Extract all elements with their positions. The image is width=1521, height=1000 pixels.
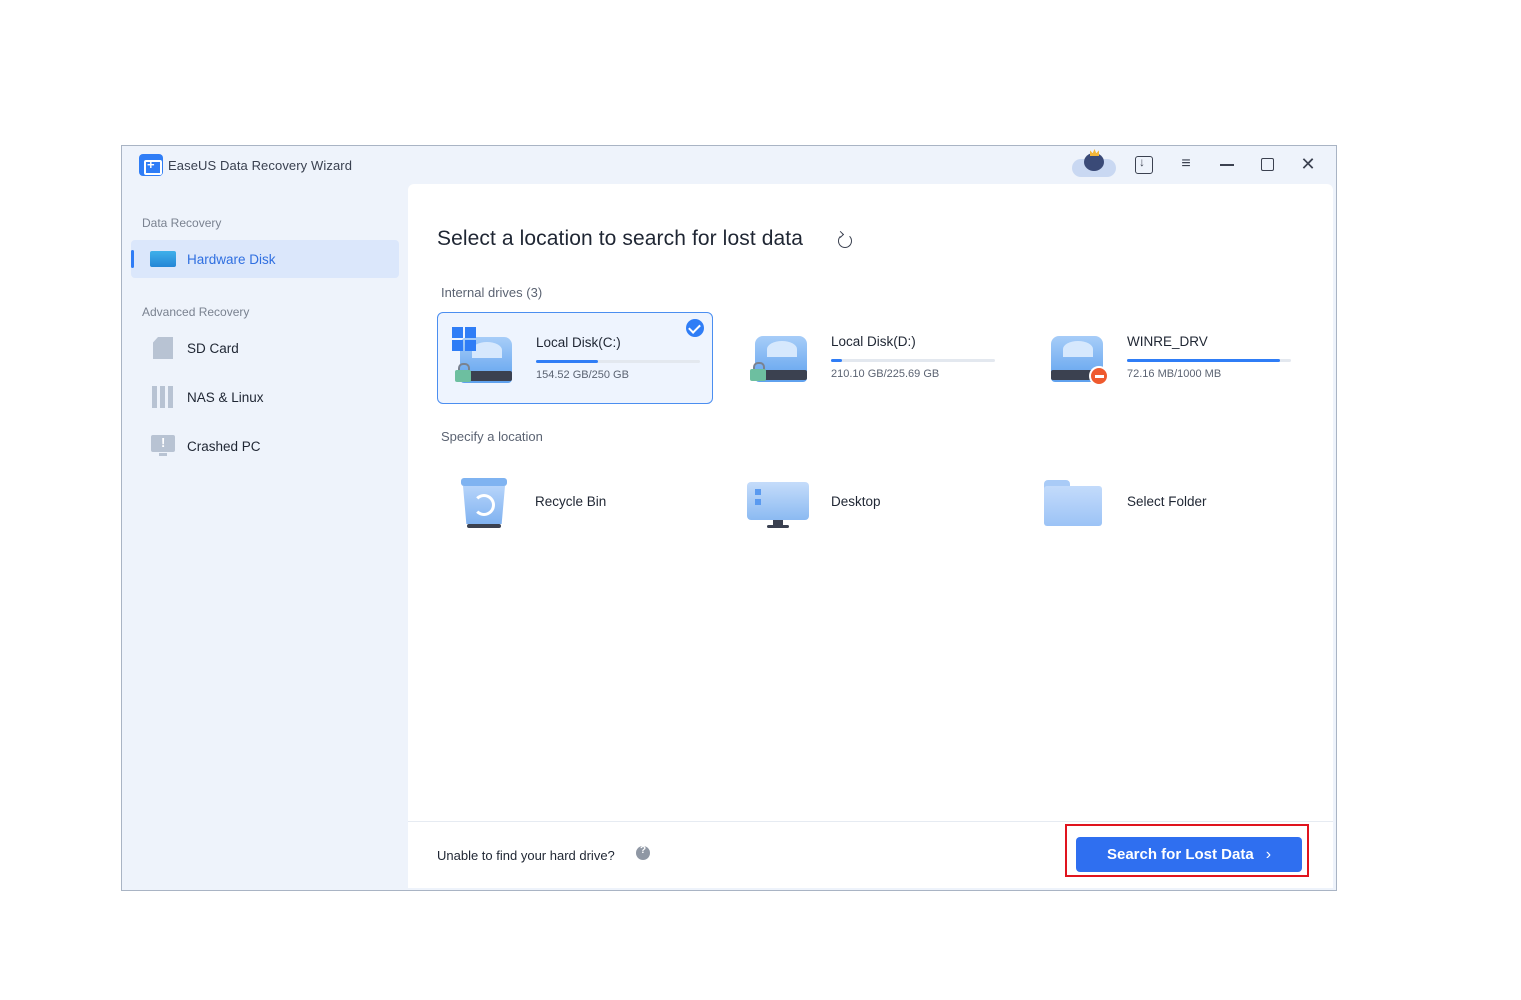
drive-card-winre[interactable]: WINRE_DRV 72.16 MB/1000 MB — [1029, 312, 1305, 404]
specify-location-label: Specify a location — [441, 429, 543, 444]
drive-usage-bar — [536, 360, 700, 363]
minimize-icon[interactable] — [1216, 154, 1238, 174]
sidebar-item-crashed-pc[interactable]: Crashed PC — [131, 427, 399, 465]
location-desktop[interactable]: Desktop — [733, 474, 1009, 534]
location-name: Recycle Bin — [535, 494, 607, 509]
title-bar: EaseUS Data Recovery Wizard ≡ ✕ — [122, 146, 1336, 184]
sidebar-item-hardware-disk[interactable]: Hardware Disk — [131, 240, 399, 278]
menu-icon[interactable]: ≡ — [1175, 154, 1197, 174]
hard-disk-icon — [150, 251, 176, 267]
drive-usage-fill — [536, 360, 599, 363]
crashed-pc-icon — [151, 435, 175, 456]
drive-usage-fill — [831, 359, 843, 362]
sidebar-item-sd-card[interactable]: SD Card — [131, 329, 399, 367]
drive-usage-bar — [831, 359, 995, 362]
section-label-data-recovery: Data Recovery — [142, 216, 222, 230]
main-panel: Select a location to search for lost dat… — [408, 184, 1333, 888]
location-name: Desktop — [831, 494, 881, 509]
drive-name: Local Disk(C:) — [536, 335, 621, 350]
windows-disk-icon — [452, 327, 514, 387]
location-select-folder[interactable]: Select Folder — [1029, 474, 1305, 534]
help-link[interactable]: Unable to find your hard drive? — [437, 848, 615, 863]
sd-card-icon — [153, 337, 173, 359]
drive-name: Local Disk(D:) — [831, 334, 916, 349]
sidebar-item-label: NAS & Linux — [187, 389, 264, 405]
drive-size: 210.10 GB/225.69 GB — [831, 368, 940, 380]
checkmark-icon — [686, 319, 704, 337]
app-window: EaseUS Data Recovery Wizard ≡ ✕ Data Rec… — [121, 145, 1337, 891]
drive-card-c[interactable]: Local Disk(C:) 154.52 GB/250 GB — [437, 312, 713, 404]
highlight-annotation-box — [1065, 824, 1309, 877]
locked-disk-icon — [747, 326, 809, 386]
page-title: Select a location to search for lost dat… — [437, 227, 803, 250]
app-logo-icon — [139, 154, 163, 176]
nas-icon — [152, 386, 174, 408]
location-name: Select Folder — [1127, 494, 1207, 509]
sidebar: Data Recovery Hardware Disk Advanced Rec… — [122, 184, 407, 890]
user-avatar-icon[interactable] — [1072, 149, 1116, 179]
drive-size: 72.16 MB/1000 MB — [1127, 368, 1222, 380]
sidebar-item-label: Crashed PC — [187, 438, 261, 454]
folder-icon — [1044, 480, 1104, 528]
internal-drives-label: Internal drives (3) — [441, 285, 543, 300]
sidebar-item-nas-linux[interactable]: NAS & Linux — [131, 378, 399, 416]
download-icon[interactable] — [1135, 155, 1153, 174]
drive-usage-bar — [1127, 359, 1291, 362]
sidebar-item-label: Hardware Disk — [187, 251, 276, 267]
help-icon[interactable] — [636, 845, 650, 860]
drive-usage-fill — [1127, 359, 1280, 362]
drive-card-d[interactable]: Local Disk(D:) 210.10 GB/225.69 GB — [733, 312, 1009, 404]
app-title: EaseUS Data Recovery Wizard — [168, 158, 353, 173]
refresh-icon[interactable] — [838, 234, 852, 248]
disk-unavailable-icon — [1043, 326, 1109, 386]
drive-name: WINRE_DRV — [1127, 334, 1208, 349]
recycle-bin-icon — [459, 478, 509, 530]
sidebar-item-label: SD Card — [187, 340, 239, 356]
close-icon[interactable]: ✕ — [1297, 154, 1319, 174]
drive-size: 154.52 GB/250 GB — [536, 369, 629, 381]
section-label-advanced-recovery: Advanced Recovery — [142, 305, 250, 319]
maximize-icon[interactable] — [1256, 154, 1278, 174]
location-recycle-bin[interactable]: Recycle Bin — [437, 474, 713, 534]
desktop-icon — [747, 482, 811, 532]
